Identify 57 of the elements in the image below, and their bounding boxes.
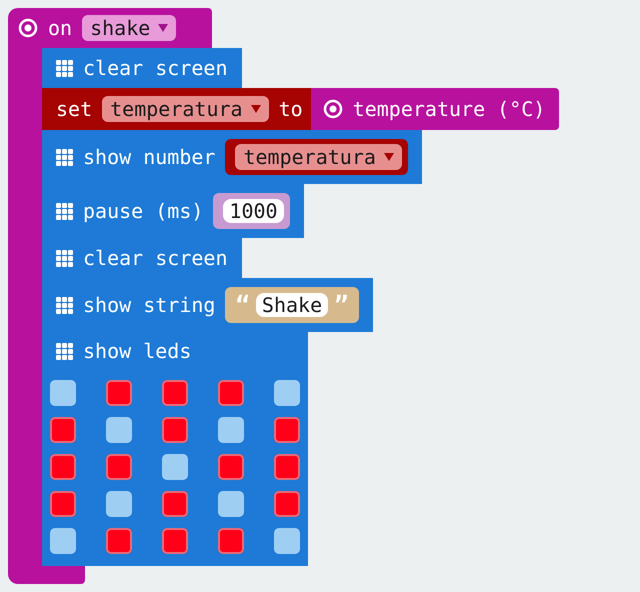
show-leds-block[interactable]: show leds bbox=[42, 332, 308, 566]
clear-screen-block[interactable]: clear screen bbox=[42, 48, 242, 88]
grid-icon bbox=[56, 250, 73, 266]
led-toggle[interactable] bbox=[218, 528, 244, 554]
led-toggle[interactable] bbox=[106, 454, 132, 480]
led-toggle[interactable] bbox=[50, 380, 76, 406]
event-block-header[interactable]: on shake bbox=[8, 8, 212, 48]
led-toggle[interactable] bbox=[218, 380, 244, 406]
led-toggle[interactable] bbox=[106, 528, 132, 554]
led-toggle[interactable] bbox=[162, 380, 188, 406]
led-toggle[interactable] bbox=[106, 417, 132, 443]
caret-icon bbox=[158, 24, 168, 32]
grid-icon bbox=[56, 148, 73, 166]
led-toggle[interactable] bbox=[218, 491, 244, 517]
temperature-block[interactable]: temperature (°C) bbox=[310, 88, 560, 130]
text-field[interactable]: Shake bbox=[256, 293, 328, 317]
event-dropdown[interactable]: shake bbox=[82, 15, 176, 41]
led-toggle[interactable] bbox=[106, 380, 132, 406]
led-toggle[interactable] bbox=[274, 417, 300, 443]
led-toggle[interactable] bbox=[50, 417, 76, 443]
led-toggle[interactable] bbox=[274, 380, 300, 406]
led-toggle[interactable] bbox=[50, 454, 76, 480]
open-quote: “ bbox=[235, 291, 250, 319]
caret-icon bbox=[384, 153, 394, 161]
pause-block[interactable]: pause (ms) 1000 bbox=[42, 184, 304, 238]
show-string-block[interactable]: show string “ Shake ” bbox=[42, 278, 373, 332]
target-icon bbox=[322, 99, 343, 119]
led-toggle[interactable] bbox=[162, 491, 188, 517]
led-toggle[interactable] bbox=[50, 528, 76, 554]
led-toggle[interactable] bbox=[162, 417, 188, 443]
led-toggle[interactable] bbox=[162, 528, 188, 554]
target-icon bbox=[18, 18, 38, 38]
grid-icon bbox=[56, 296, 73, 314]
led-toggle[interactable] bbox=[218, 417, 244, 443]
set-variable-block[interactable]: set temperatura to bbox=[42, 88, 311, 130]
string-block[interactable]: “ Shake ” bbox=[225, 287, 359, 323]
block-label: show leds bbox=[83, 339, 192, 363]
number-block[interactable]: 1000 bbox=[213, 193, 290, 229]
led-toggle[interactable] bbox=[274, 491, 300, 517]
led-toggle[interactable] bbox=[106, 491, 132, 517]
led-toggle[interactable] bbox=[274, 454, 300, 480]
event-keyword: on bbox=[48, 16, 72, 40]
grid-icon bbox=[56, 60, 73, 76]
variable-dropdown[interactable]: temperatura bbox=[235, 144, 402, 170]
grid-icon bbox=[56, 202, 73, 220]
number-field[interactable]: 1000 bbox=[223, 199, 284, 223]
led-toggle[interactable] bbox=[274, 528, 300, 554]
led-toggle[interactable] bbox=[218, 454, 244, 480]
close-quote: ” bbox=[334, 291, 349, 319]
grid-icon bbox=[56, 342, 73, 360]
led-toggle[interactable] bbox=[162, 454, 188, 480]
show-number-block[interactable]: show number temperatura bbox=[42, 130, 422, 184]
variable-block[interactable]: temperatura bbox=[225, 139, 408, 175]
led-toggle[interactable] bbox=[50, 491, 76, 517]
clear-screen-block[interactable]: clear screen bbox=[42, 238, 242, 278]
variable-dropdown[interactable]: temperatura bbox=[102, 96, 269, 122]
caret-icon bbox=[250, 105, 261, 113]
